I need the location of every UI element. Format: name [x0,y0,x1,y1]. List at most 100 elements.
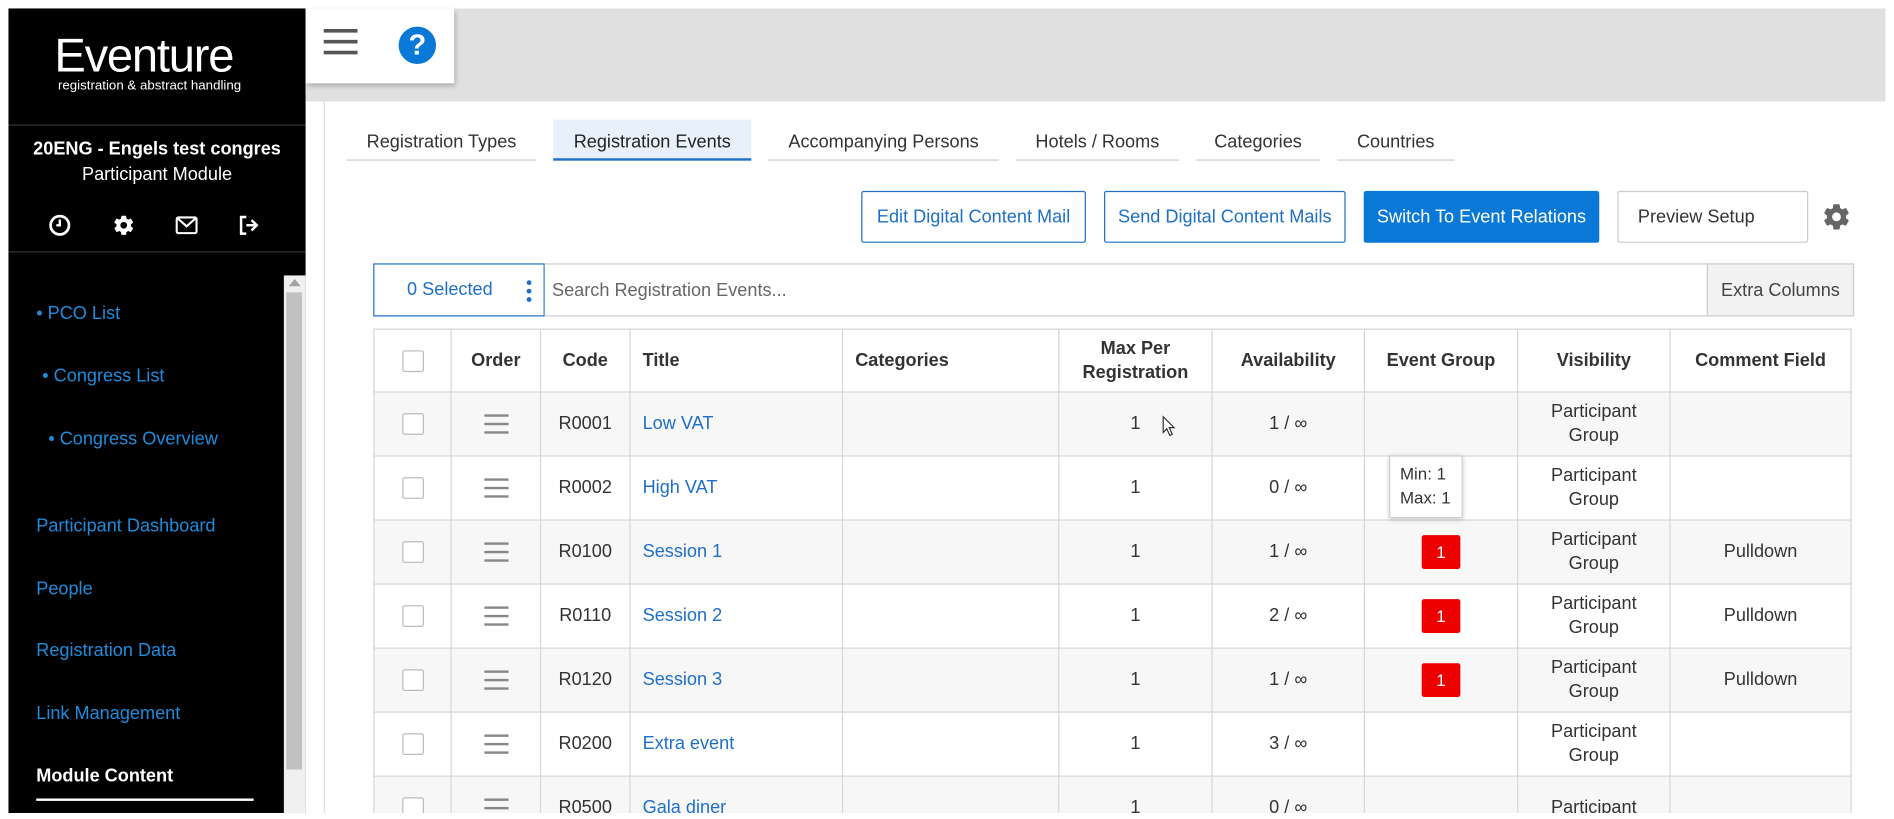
event-group-badge[interactable]: 1 [1421,663,1461,698]
table-row[interactable]: R0001 Low VAT 1 1 / ∞ Participant Group [373,391,1852,457]
selected-count: 0 Selected [407,279,493,300]
max-cell: 1 [1058,455,1213,521]
settings-gear-icon[interactable] [1822,202,1852,232]
search-input[interactable] [544,263,1708,317]
availability-cell: 3 / ∞ [1211,711,1365,777]
select-all-checkbox[interactable] [401,349,424,372]
categories-cell [841,583,1060,649]
hamburger-menu-icon[interactable] [323,28,360,60]
code-cell: R0120 [539,647,631,713]
sidebar-item-congress-list[interactable]: • Congress List [42,366,164,387]
title-link[interactable]: Extra event [643,733,735,754]
drag-handle-icon[interactable] [483,606,508,626]
visibility-text: Participant [1551,593,1637,614]
send-digital-content-mails-button[interactable]: Send Digital Content Mails [1104,190,1346,243]
tab-categories[interactable]: Categories [1195,120,1321,161]
more-vertical-icon[interactable] [526,280,532,302]
column-header-order[interactable]: Order [450,328,542,393]
column-header-event-group[interactable]: Event Group [1363,328,1519,393]
table-row[interactable]: R0200 Extra event 1 3 / ∞ Participant Gro… [373,711,1852,777]
module-name: Participant Module [81,164,233,185]
title-link[interactable]: Session 1 [643,541,723,562]
row-select-cell [373,583,452,649]
code-cell: R0001 [539,391,631,457]
visibility-text: Group [1568,553,1620,574]
row-select-cell [373,519,452,585]
column-header-title[interactable]: Title [629,328,844,393]
scrollbar-thumb[interactable] [286,292,302,770]
sidebar-item-link-management[interactable]: Link Management [36,703,180,724]
tab-registration-types[interactable]: Registration Types [346,120,537,161]
column-header-availability[interactable]: Availability [1211,328,1365,393]
event-group-cell [1363,711,1519,777]
table-row[interactable]: R0002 High VAT 1 0 / ∞ Participant Group [373,455,1852,521]
drag-handle-icon[interactable] [483,734,508,754]
event-group-badge[interactable]: 1 [1421,535,1461,569]
drag-handle-cell [450,647,542,713]
row-checkbox[interactable] [401,541,424,563]
tab-countries[interactable]: Countries [1337,120,1455,161]
gear-icon[interactable] [110,211,137,238]
column-header-categories[interactable]: Categories [841,328,1060,393]
extra-columns-button[interactable]: Extra Columns [1706,263,1855,317]
registration-events-table: Order Code Title Categories Max Per Regis… [373,328,1852,819]
comment-field-cell [1669,455,1852,521]
mail-icon[interactable] [173,211,200,238]
availability-cell: 1 / ∞ [1211,391,1365,457]
preview-setup-select[interactable]: Preview Setup [1617,190,1809,243]
help-icon[interactable]: ? [398,26,437,65]
congress-name: 20ENG - Engels test congres [33,138,281,160]
event-group-badge[interactable]: 1 [1421,599,1461,633]
switch-to-event-relations-button[interactable]: Switch To Event Relations [1363,190,1600,243]
visibility-text: Participant [1551,657,1637,678]
column-header-code[interactable]: Code [539,328,631,393]
select-all-header [373,328,452,393]
drag-handle-icon[interactable] [483,414,508,434]
scroll-up-icon[interactable] [288,279,301,287]
drag-handle-icon[interactable] [483,670,508,690]
title-link[interactable]: Low VAT [643,413,714,434]
bottom-edge [0,812,306,819]
table-row[interactable]: R0100 Session 1 1 1 / ∞ 1 Participant Gro… [373,519,1852,585]
availability-cell: 2 / ∞ [1211,583,1365,649]
sidebar-item-congress-overview[interactable]: • Congress Overview [48,429,217,450]
row-checkbox[interactable] [401,733,424,756]
edit-digital-content-mail-button[interactable]: Edit Digital Content Mail [861,190,1086,243]
categories-cell [841,455,1060,521]
title-link[interactable]: Session 3 [643,669,723,690]
title-link[interactable]: Session 2 [643,605,723,626]
sidebar-item-participant-dashboard[interactable]: Participant Dashboard [36,516,215,537]
title-link[interactable]: High VAT [643,477,718,498]
sidebar-item-module-content[interactable]: Module Content [36,766,173,787]
table-row[interactable]: R0120 Session 3 1 1 / ∞ 1 Participant Gro… [373,647,1852,713]
sidebar-item-people[interactable]: People [36,579,92,600]
row-checkbox[interactable] [401,413,424,435]
drag-handle-cell [450,391,542,457]
tab-hotels-rooms[interactable]: Hotels / Rooms [1015,120,1179,161]
column-header-visibility[interactable]: Visibility [1517,328,1671,393]
selection-dropdown[interactable]: 0 Selected [373,263,545,317]
sidebar-scrollbar[interactable] [283,275,306,813]
event-group-cell [1363,391,1519,457]
column-header-comment-field[interactable]: Comment Field [1669,328,1852,393]
comment-field-cell [1669,711,1852,777]
drag-handle-icon[interactable] [483,542,508,562]
row-checkbox[interactable] [401,477,424,499]
clock-icon[interactable] [46,211,73,238]
row-select-cell [373,455,452,521]
tab-registration-events[interactable]: Registration Events [553,119,752,161]
code-cell: R0002 [539,455,631,521]
sidebar-item-registration-data[interactable]: Registration Data [36,640,176,661]
table-row[interactable]: R0110 Session 2 1 2 / ∞ 1 Participant Gro… [373,583,1852,649]
row-checkbox[interactable] [401,605,424,627]
visibility-text: Participant [1551,529,1637,550]
logout-icon[interactable] [236,211,263,238]
row-select-cell [373,647,452,713]
active-indicator [36,798,254,801]
row-checkbox[interactable] [401,669,424,692]
drag-handle-icon[interactable] [483,478,508,498]
logo: Eventure registration & abstract handlin… [8,8,305,124]
column-header-max-per-registration[interactable]: Max Per Registration [1058,328,1213,393]
tab-accompanying-persons[interactable]: Accompanying Persons [768,120,999,161]
sidebar-item-pco-list[interactable]: • PCO List [36,303,120,324]
